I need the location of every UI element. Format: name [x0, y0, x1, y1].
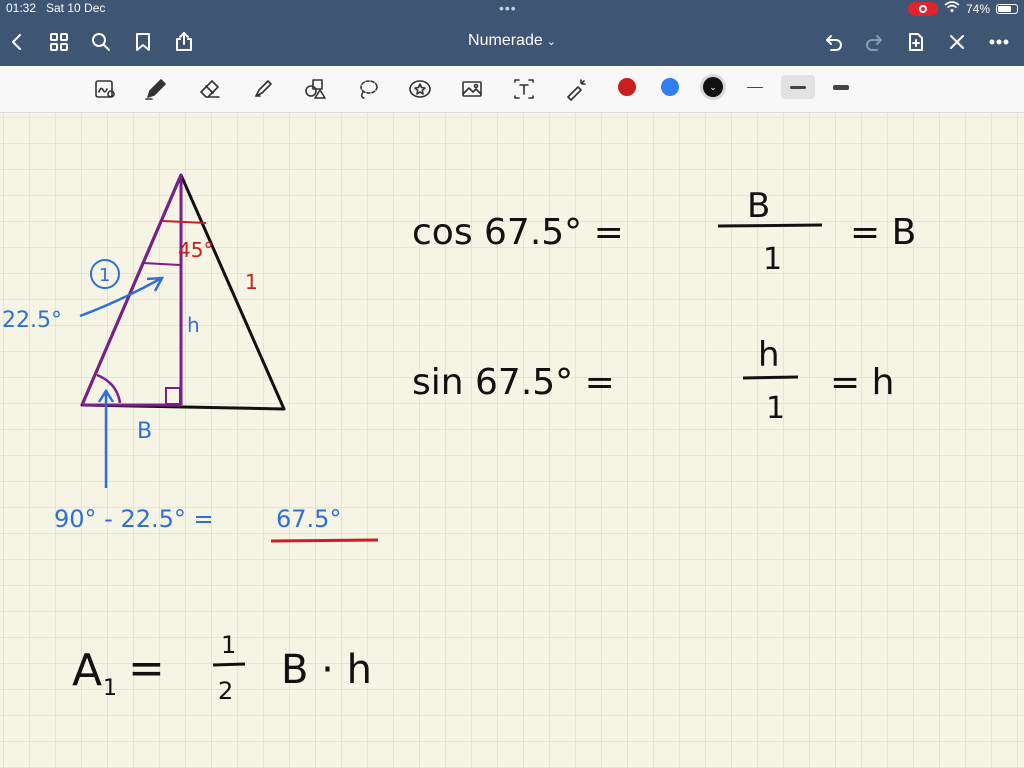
- tool-bar: [0, 66, 1024, 113]
- cos-equation-rhs: = B: [850, 212, 916, 253]
- close-icon: [950, 35, 964, 49]
- sin-fraction-numerator: h: [758, 335, 780, 375]
- top-bar: 01:32 Sat 10 Dec ••• 74% Numerade ⌄: [0, 0, 1024, 66]
- pen-icon: [145, 79, 166, 100]
- shapes-icon: [305, 79, 326, 99]
- angle-22-label: 22.5°: [2, 308, 62, 333]
- close-pen-button[interactable]: [944, 29, 970, 55]
- highlighter-tool[interactable]: [248, 74, 278, 104]
- note-drawing[interactable]: 45° 1 1 22.5° h B 90° - 22.5° = 67.5° co…: [0, 113, 1024, 768]
- read-mode-button[interactable]: [90, 74, 120, 104]
- cos-fraction-numerator: B: [747, 186, 770, 226]
- sin-equation-rhs: = h: [830, 362, 894, 403]
- area-symbol: A: [72, 645, 102, 696]
- cos-fraction-bar: [717, 223, 823, 228]
- undo-button[interactable]: [820, 29, 846, 55]
- area-fraction-numerator: 1: [221, 631, 236, 659]
- sin-fraction-denominator: 1: [766, 391, 785, 426]
- chevron-down-icon: ⌄: [546, 36, 556, 48]
- shapes-tool[interactable]: [300, 74, 330, 104]
- region-label: 1: [99, 265, 110, 286]
- color-swatch-black[interactable]: ⌄: [703, 77, 723, 97]
- highlighter-icon: [255, 80, 272, 97]
- sin-equation-lhs: sin 67.5° =: [412, 362, 615, 403]
- area-subscript: 1: [103, 676, 117, 701]
- eraser-tool[interactable]: [195, 74, 225, 104]
- sticker-tool[interactable]: [405, 74, 435, 104]
- area-equals: =: [128, 643, 165, 694]
- laser-pointer-icon: [567, 79, 586, 101]
- wifi-icon: [944, 1, 960, 16]
- pen-tool[interactable]: [141, 74, 171, 104]
- add-page-icon: [909, 33, 923, 51]
- stroke-medium[interactable]: [781, 75, 815, 99]
- undo-icon: [826, 35, 842, 51]
- base-label: B: [137, 419, 152, 444]
- multitask-dots-icon[interactable]: •••: [499, 0, 517, 16]
- color-swatch-blue[interactable]: [661, 78, 679, 96]
- laser-pointer-tool[interactable]: [561, 74, 591, 104]
- redo-icon: [866, 35, 882, 51]
- cos-fraction-denominator: 1: [763, 242, 782, 277]
- stroke-thick[interactable]: [824, 75, 858, 99]
- redo-button[interactable]: [862, 29, 888, 55]
- sticker-icon: [409, 80, 431, 98]
- cos-equation-lhs: cos 67.5° =: [412, 212, 624, 253]
- status-right: 74%: [907, 1, 1018, 16]
- lasso-icon: [360, 80, 378, 99]
- more-button[interactable]: [986, 29, 1012, 55]
- area-fraction-bar: [212, 662, 246, 667]
- status-time: 01:32: [6, 1, 37, 15]
- color-swatch-red[interactable]: [618, 78, 636, 96]
- document-title-text: Numerade: [468, 32, 543, 49]
- stroke-thin[interactable]: [738, 75, 772, 99]
- read-mode-icon: [95, 80, 115, 98]
- recording-icon: [907, 1, 938, 16]
- image-tool[interactable]: [457, 74, 487, 104]
- status-date: Sat 10 Dec: [46, 1, 106, 15]
- lasso-tool[interactable]: [353, 74, 383, 104]
- eraser-icon: [200, 80, 220, 98]
- note-canvas[interactable]: 45° 1 1 22.5° h B 90° - 22.5° = 67.5° co…: [0, 113, 1024, 768]
- battery-icon: [996, 3, 1018, 14]
- text-tool[interactable]: [509, 74, 539, 104]
- sin-fraction-bar: [742, 375, 799, 380]
- result-underline: [270, 538, 379, 543]
- angle-equation-result: 67.5°: [276, 505, 341, 533]
- height-label: h: [187, 313, 200, 337]
- text-icon: [514, 79, 534, 99]
- chevron-down-icon: ⌄: [709, 81, 717, 92]
- area-fraction-denominator: 2: [218, 677, 233, 705]
- more-icon: [989, 39, 1009, 45]
- side-length-label: 1: [245, 270, 258, 294]
- area-rhs: B · h: [281, 647, 372, 693]
- apex-angle-label: 45°: [178, 238, 213, 262]
- battery-percent: 74%: [965, 1, 990, 16]
- angle-equation-left: 90° - 22.5° =: [54, 505, 214, 533]
- add-page-button[interactable]: [903, 29, 929, 55]
- image-icon: [462, 81, 482, 97]
